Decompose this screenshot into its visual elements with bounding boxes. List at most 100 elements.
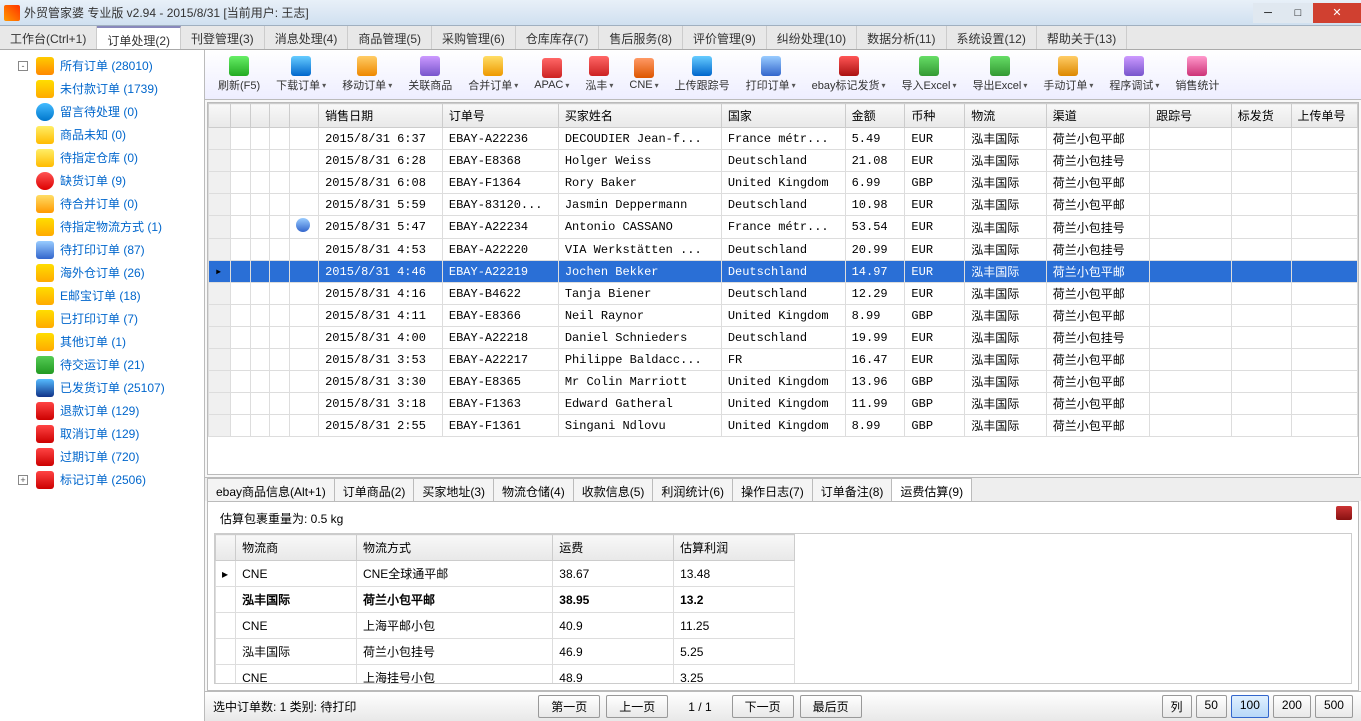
column-header[interactable]: 销售日期 — [319, 104, 443, 128]
toolbar-button[interactable]: CNE▾ — [622, 55, 665, 94]
est-row[interactable]: 泓丰国际荷兰小包挂号46.95.25 — [216, 639, 795, 665]
sidebar-item[interactable]: 未付款订单 (1739) — [0, 77, 204, 100]
sidebar-item[interactable]: 待指定物流方式 (1) — [0, 215, 204, 238]
sidebar-item[interactable]: 商品未知 (0) — [0, 123, 204, 146]
column-header[interactable]: 金额 — [845, 104, 905, 128]
first-page-button[interactable]: 第一页 — [538, 695, 600, 718]
est-column-header[interactable]: 物流方式 — [356, 535, 552, 561]
order-row[interactable]: ▸2015/8/31 4:46EBAY-A22219Jochen BekkerD… — [209, 261, 1358, 283]
toolbar-button[interactable]: 打印订单▾ — [739, 53, 803, 96]
notebook-icon[interactable] — [1336, 506, 1352, 520]
column-header[interactable]: 标发货 — [1231, 104, 1291, 128]
detail-tab[interactable]: 收款信息(5) — [573, 478, 654, 501]
column-header[interactable]: 订单号 — [442, 104, 558, 128]
order-grid[interactable]: 销售日期订单号买家姓名国家金额币种物流渠道跟踪号标发货上传单号2015/8/31… — [208, 103, 1358, 437]
main-tab[interactable]: 消息处理(4) — [265, 26, 349, 49]
detail-tab[interactable]: 物流仓储(4) — [493, 478, 574, 501]
order-row[interactable]: 2015/8/31 3:53EBAY-A22217Philippe Baldac… — [209, 349, 1358, 371]
toolbar-button[interactable]: 刷新(F5) — [211, 53, 267, 96]
main-tab[interactable]: 售后服务(8) — [599, 26, 683, 49]
toolbar-button[interactable]: 合并订单▾ — [461, 53, 525, 96]
order-row[interactable]: 2015/8/31 3:30EBAY-E8365Mr Colin Marriot… — [209, 371, 1358, 393]
toolbar-button[interactable]: 导入Excel▾ — [895, 53, 964, 96]
est-column-header[interactable]: 估算利润 — [674, 535, 795, 561]
toolbar-button[interactable]: 导出Excel▾ — [965, 53, 1034, 96]
sidebar-item[interactable]: +标记订单 (2506) — [0, 468, 204, 491]
shipping-estimate-table[interactable]: 物流商物流方式运费估算利润▸CNECNE全球通平邮38.6713.48泓丰国际荷… — [215, 534, 795, 684]
detail-tab[interactable]: 订单备注(8) — [812, 478, 893, 501]
toolbar-button[interactable]: 移动订单▾ — [335, 53, 399, 96]
sidebar-item[interactable]: 已打印订单 (7) — [0, 307, 204, 330]
order-row[interactable]: 2015/8/31 5:59EBAY-83120...Jasmin Depper… — [209, 194, 1358, 216]
next-page-button[interactable]: 下一页 — [732, 695, 794, 718]
main-tab[interactable]: 工作台(Ctrl+1) — [0, 26, 97, 49]
toolbar-button[interactable]: APAC▾ — [527, 55, 576, 94]
order-row[interactable]: 2015/8/31 4:00EBAY-A22218Daniel Schniede… — [209, 327, 1358, 349]
toolbar-button[interactable]: ebay标记发货▾ — [805, 53, 893, 96]
order-row[interactable]: 2015/8/31 6:37EBAY-A22236DECOUDIER Jean-… — [209, 128, 1358, 150]
order-row[interactable]: 2015/8/31 4:11EBAY-E8366Neil RaynorUnite… — [209, 305, 1358, 327]
order-row[interactable]: 2015/8/31 6:28EBAY-E8368Holger WeissDeut… — [209, 150, 1358, 172]
maximize-button[interactable]: □ — [1283, 3, 1313, 23]
close-button[interactable]: ✕ — [1313, 3, 1361, 23]
sidebar-item[interactable]: 其他订单 (1) — [0, 330, 204, 353]
toolbar-button[interactable]: 关联商品 — [401, 53, 459, 96]
toolbar-button[interactable]: 销售统计 — [1168, 53, 1226, 96]
detail-tab[interactable]: 利润统计(6) — [652, 478, 733, 501]
page-size-button[interactable]: 200 — [1273, 695, 1311, 718]
main-tab[interactable]: 刊登管理(3) — [181, 26, 265, 49]
sidebar-item[interactable]: 待交运订单 (21) — [0, 353, 204, 376]
detail-tab[interactable]: 运费估算(9) — [891, 478, 972, 501]
detail-tab[interactable]: 买家地址(3) — [413, 478, 494, 501]
est-column-header[interactable]: 物流商 — [236, 535, 357, 561]
est-row[interactable]: CNE上海平邮小包40.911.25 — [216, 613, 795, 639]
order-row[interactable]: 2015/8/31 4:16EBAY-B4622Tanja BienerDeut… — [209, 283, 1358, 305]
main-tab[interactable]: 数据分析(11) — [857, 26, 946, 49]
prev-page-button[interactable]: 上一页 — [606, 695, 668, 718]
main-tab[interactable]: 评价管理(9) — [683, 26, 767, 49]
minimize-button[interactable]: ─ — [1253, 3, 1283, 23]
sidebar-item[interactable]: 留言待处理 (0) — [0, 100, 204, 123]
main-tab[interactable]: 商品管理(5) — [348, 26, 432, 49]
tree-toggle-icon[interactable]: - — [18, 61, 28, 71]
order-row[interactable]: 2015/8/31 4:53EBAY-A22220VIA Werkstätten… — [209, 239, 1358, 261]
sidebar-item[interactable]: 待指定仓库 (0) — [0, 146, 204, 169]
column-header[interactable]: 买家姓名 — [558, 104, 721, 128]
sidebar-item[interactable]: 已发货订单 (25107) — [0, 376, 204, 399]
column-header[interactable]: 国家 — [721, 104, 845, 128]
detail-tab[interactable]: 订单商品(2) — [334, 478, 415, 501]
tree-toggle-icon[interactable]: + — [18, 475, 28, 485]
toolbar-button[interactable]: 程序调试▾ — [1102, 53, 1166, 96]
main-tab[interactable]: 仓库库存(7) — [516, 26, 600, 49]
toolbar-button[interactable]: 下载订单▾ — [269, 53, 333, 96]
est-column-header[interactable]: 运费 — [553, 535, 674, 561]
detail-tab[interactable]: 操作日志(7) — [732, 478, 813, 501]
order-row[interactable]: 2015/8/31 3:18EBAY-F1363Edward GatheralU… — [209, 393, 1358, 415]
sidebar-item[interactable]: 海外仓订单 (26) — [0, 261, 204, 284]
page-size-button[interactable]: 500 — [1315, 695, 1353, 718]
page-size-button[interactable]: 50 — [1196, 695, 1227, 718]
column-header[interactable]: 跟踪号 — [1150, 104, 1232, 128]
page-size-button[interactable]: 100 — [1231, 695, 1269, 718]
toolbar-button[interactable]: 上传跟踪号 — [668, 53, 737, 96]
order-row[interactable]: 2015/8/31 2:55EBAY-F1361Singani NdlovuUn… — [209, 415, 1358, 437]
column-header[interactable]: 上传单号 — [1291, 104, 1358, 128]
main-tab[interactable]: 系统设置(12) — [947, 26, 1037, 49]
column-header[interactable]: 物流 — [965, 104, 1047, 128]
sidebar-item[interactable]: 缺货订单 (9) — [0, 169, 204, 192]
est-row[interactable]: 泓丰国际荷兰小包平邮38.9513.2 — [216, 587, 795, 613]
main-tab[interactable]: 帮助关于(13) — [1037, 26, 1127, 49]
main-tab[interactable]: 纠纷处理(10) — [767, 26, 857, 49]
sidebar-item[interactable]: 取消订单 (129) — [0, 422, 204, 445]
page-size-button[interactable]: 列 — [1162, 695, 1192, 718]
order-row[interactable]: 2015/8/31 6:08EBAY-F1364Rory BakerUnited… — [209, 172, 1358, 194]
toolbar-button[interactable]: 手动订单▾ — [1036, 53, 1100, 96]
main-tab[interactable]: 订单处理(2) — [97, 26, 181, 49]
order-grid-container[interactable]: 销售日期订单号买家姓名国家金额币种物流渠道跟踪号标发货上传单号2015/8/31… — [207, 102, 1359, 475]
detail-tab[interactable]: ebay商品信息(Alt+1) — [207, 478, 335, 501]
sidebar-item[interactable]: E邮宝订单 (18) — [0, 284, 204, 307]
last-page-button[interactable]: 最后页 — [800, 695, 862, 718]
main-tab[interactable]: 采购管理(6) — [432, 26, 516, 49]
toolbar-button[interactable]: 泓丰▾ — [578, 53, 620, 96]
sidebar-item[interactable]: 待合并订单 (0) — [0, 192, 204, 215]
